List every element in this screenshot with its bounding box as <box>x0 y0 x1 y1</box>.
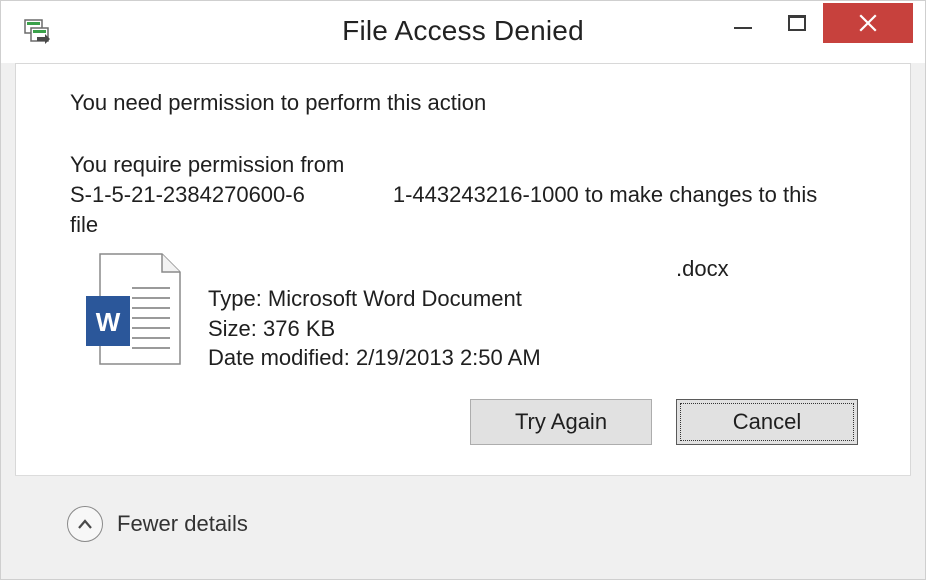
sid-end: 1-443243216-1000 to make changes to this <box>392 182 818 207</box>
file-date-modified: Date modified: 2/19/2013 2:50 AM <box>208 345 541 370</box>
close-icon <box>859 14 877 32</box>
try-again-button[interactable]: Try Again <box>470 399 652 445</box>
minimize-icon <box>734 27 752 29</box>
word-icon-letter: W <box>96 307 121 337</box>
permission-line-2: S-1-5-21-2384270600-6 1-443243216-1000 to… <box>70 180 870 210</box>
minimize-button[interactable] <box>723 3 763 43</box>
sid-start: S-1-5-21-2384270600-6 <box>70 182 305 207</box>
close-button[interactable] <box>823 3 913 43</box>
title-bar[interactable]: File Access Denied <box>1 1 925 63</box>
file-access-denied-dialog: File Access Denied You need permission t… <box>0 0 926 580</box>
fewer-details-toggle[interactable]: Fewer details <box>67 506 248 542</box>
chevron-up-icon <box>67 506 103 542</box>
maximize-icon <box>788 15 806 31</box>
cancel-button-label: Cancel <box>732 409 802 434</box>
word-document-icon: W <box>80 252 190 372</box>
dialog-footer: Fewer details <box>15 475 911 571</box>
permission-line-3: file <box>70 212 99 237</box>
permission-message: You require permission from S-1-5-21-238… <box>70 150 870 240</box>
file-type: Type: Microsoft Word Document <box>208 286 522 311</box>
dialog-content: You need permission to perform this acti… <box>15 63 911 475</box>
error-heading: You need permission to perform this acti… <box>70 90 487 115</box>
cancel-button[interactable]: Cancel <box>676 399 858 445</box>
fewer-details-label: Fewer details <box>117 511 248 536</box>
file-name: .docx <box>676 256 729 281</box>
file-details: Type: Microsoft Word Document Size: 376 … <box>208 284 541 373</box>
file-size: Size: 376 KB <box>208 315 336 341</box>
maximize-button[interactable] <box>777 3 817 43</box>
permission-line-1: You require permission from <box>70 152 345 177</box>
